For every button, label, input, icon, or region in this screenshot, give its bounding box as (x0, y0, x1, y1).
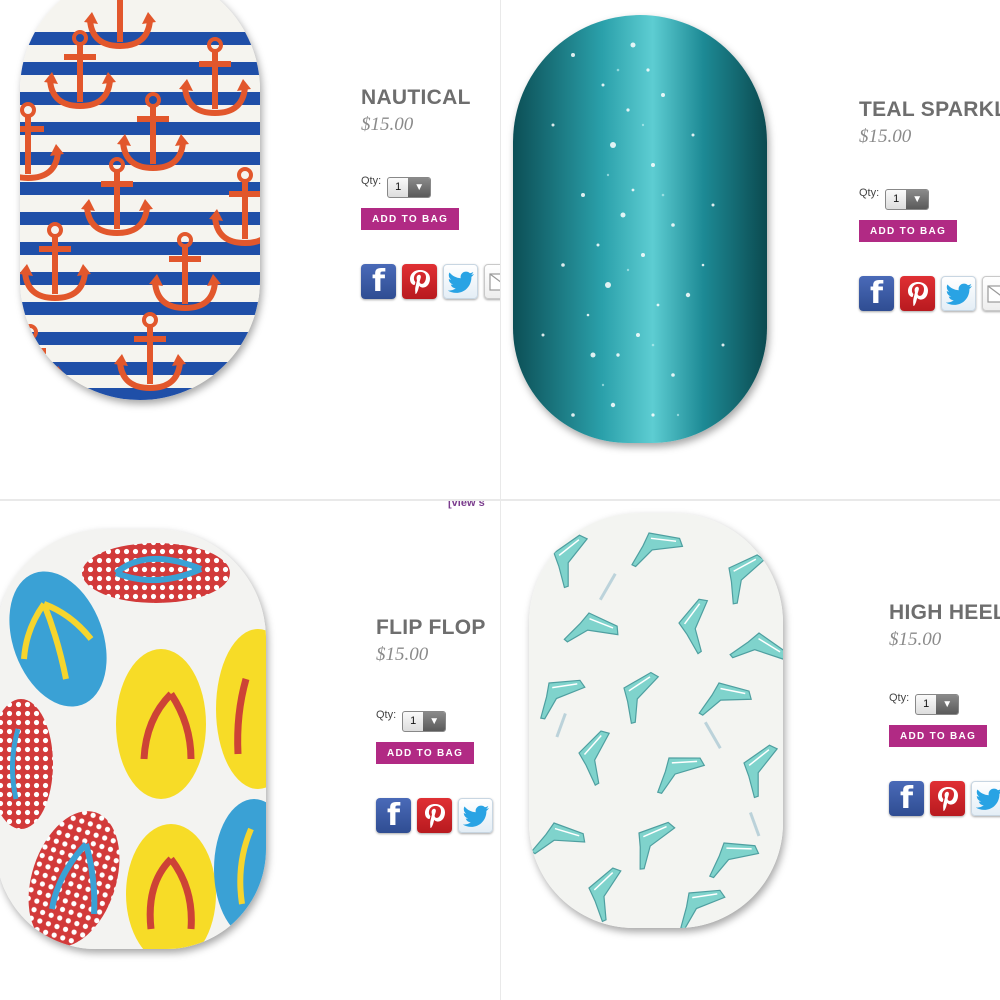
nautical-nail-wrap-image[interactable] (20, 0, 260, 400)
add-to-bag-button[interactable]: ADD TO BAG (889, 725, 988, 747)
teal-sparkle-nail-wrap-image[interactable] (513, 15, 767, 443)
qty-value: 1 (410, 714, 417, 727)
facebook-glyph: f (371, 264, 386, 299)
twitter-icon[interactable] (458, 798, 493, 833)
product-price: $15.00 (361, 114, 414, 135)
add-to-bag-button[interactable]: ADD TO BAG (376, 742, 475, 764)
product-name[interactable]: HIGH HEELS (889, 601, 1000, 625)
qty-label: Qty: (889, 692, 910, 704)
product-name[interactable]: FLIP FLOP (376, 616, 493, 640)
qty-select[interactable]: 1 ▼ (915, 693, 960, 715)
product-panel-high-heels: HIGH HEELS $15.00 Qty: 1 ▼ ADD TO BAG f (501, 501, 1000, 1000)
product-info-high-heels: HIGH HEELS $15.00 Qty: 1 ▼ ADD TO BAG f (889, 601, 1000, 816)
qty-select[interactable]: 1 ▼ (402, 710, 447, 732)
email-icon[interactable] (982, 276, 1000, 311)
pinterest-icon[interactable] (417, 798, 452, 833)
qty-value: 1 (923, 697, 930, 710)
product-panel-teal-sparkle: TEAL SPARKLE $15.00 Qty: 1 ▼ ADD TO BAG … (501, 0, 1000, 499)
product-panel-flip-flop: [view s FLIP FLOP $15.00 Qty: 1 ▼ ADD TO… (0, 501, 500, 1000)
email-icon[interactable] (484, 264, 500, 299)
chevron-down-icon[interactable]: ▼ (906, 189, 929, 209)
add-to-bag-button[interactable]: ADD TO BAG (859, 220, 958, 242)
facebook-glyph: f (386, 798, 401, 833)
flip-flop-nail-wrap-image[interactable] (0, 529, 266, 949)
qty-value: 1 (395, 180, 402, 193)
social-share-bar: f (859, 276, 1000, 311)
product-name[interactable]: NAUTICAL (361, 86, 500, 110)
facebook-icon[interactable]: f (361, 264, 396, 299)
product-price: $15.00 (376, 644, 429, 665)
facebook-icon[interactable]: f (889, 781, 924, 816)
facebook-glyph: f (899, 781, 914, 816)
chevron-down-icon[interactable]: ▼ (408, 177, 431, 197)
pinterest-icon[interactable] (930, 781, 965, 816)
product-name[interactable]: TEAL SPARKLE (859, 98, 1000, 122)
product-panel-nautical: NAUTICAL $15.00 Qty: 1 ▼ ADD TO BAG f (0, 0, 500, 499)
social-share-bar: f (361, 264, 500, 299)
twitter-icon[interactable] (971, 781, 1000, 816)
product-info-teal-sparkle: TEAL SPARKLE $15.00 Qty: 1 ▼ ADD TO BAG … (859, 98, 1000, 311)
facebook-icon[interactable]: f (376, 798, 411, 833)
qty-select[interactable]: 1 ▼ (885, 188, 930, 210)
twitter-icon[interactable] (941, 276, 976, 311)
qty-select[interactable]: 1 ▼ (387, 176, 432, 198)
facebook-icon[interactable]: f (859, 276, 894, 311)
social-share-bar: f (376, 798, 493, 833)
product-price: $15.00 (889, 629, 942, 650)
product-info-flip-flop: FLIP FLOP $15.00 Qty: 1 ▼ ADD TO BAG f (376, 616, 493, 833)
pinterest-icon[interactable] (900, 276, 935, 311)
qty-label: Qty: (859, 187, 880, 199)
chevron-down-icon[interactable]: ▼ (936, 694, 959, 714)
view-more-link[interactable]: [view s (448, 501, 485, 509)
twitter-icon[interactable] (443, 264, 478, 299)
chevron-down-icon[interactable]: ▼ (423, 711, 446, 731)
qty-label: Qty: (361, 175, 382, 187)
qty-value: 1 (893, 192, 900, 205)
product-price: $15.00 (859, 126, 912, 147)
product-info-nautical: NAUTICAL $15.00 Qty: 1 ▼ ADD TO BAG f (361, 86, 500, 299)
qty-label: Qty: (376, 709, 397, 721)
high-heels-nail-wrap-image[interactable] (529, 513, 783, 928)
pinterest-icon[interactable] (402, 264, 437, 299)
add-to-bag-button[interactable]: ADD TO BAG (361, 208, 460, 230)
facebook-glyph: f (869, 276, 884, 311)
social-share-bar: f (889, 781, 1000, 816)
